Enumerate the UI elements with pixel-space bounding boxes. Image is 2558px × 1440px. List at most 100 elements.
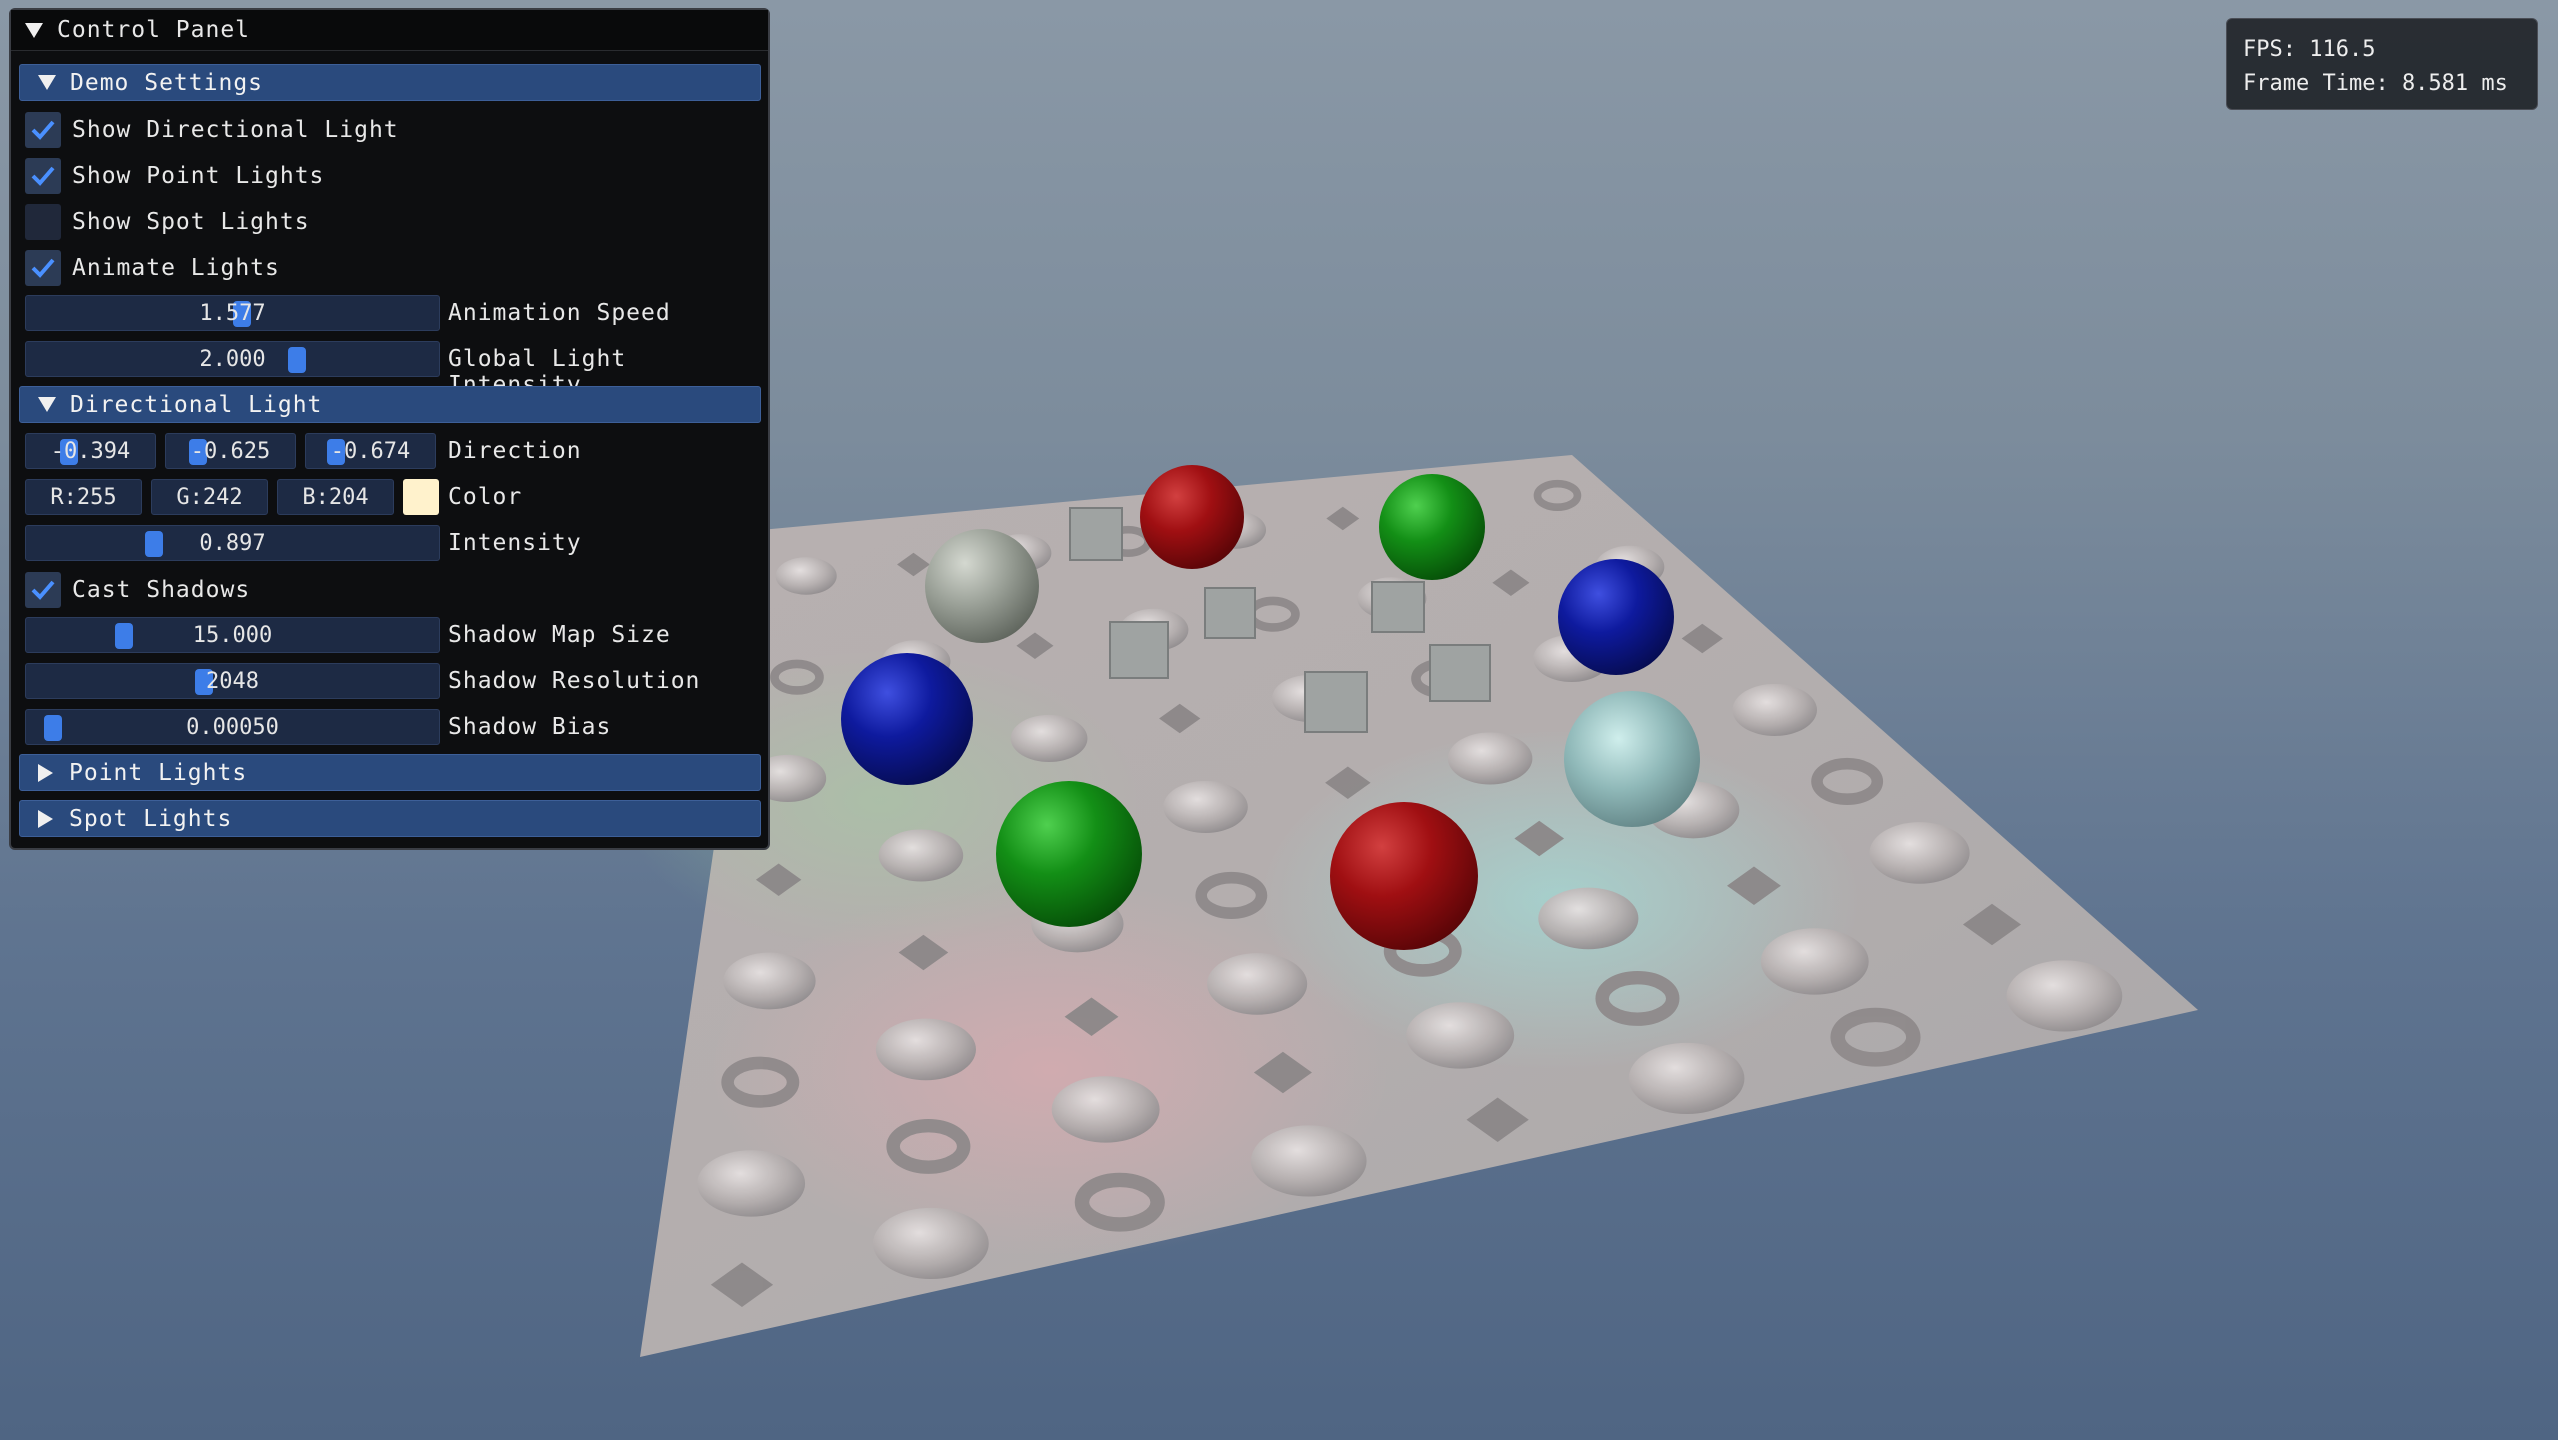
color-r-field[interactable]: R:255 bbox=[25, 479, 142, 515]
direction-y-drag[interactable]: -0.625 bbox=[165, 433, 296, 469]
checkmark-icon bbox=[31, 120, 55, 140]
direction-label: Direction bbox=[448, 438, 582, 464]
shadow-map-size-value: 15.000 bbox=[192, 622, 273, 648]
expand-triangle-icon bbox=[38, 75, 56, 90]
direction-z-value: -0.674 bbox=[330, 438, 411, 464]
expand-triangle-icon bbox=[38, 763, 53, 782]
intensity-label: Intensity bbox=[448, 530, 582, 556]
checkmark-icon bbox=[31, 580, 55, 600]
animate-lights-checkbox[interactable] bbox=[25, 249, 61, 286]
demo-settings-title: Demo Settings bbox=[70, 69, 264, 96]
demo-settings-header[interactable]: Demo Settings bbox=[19, 64, 761, 101]
floor-bump bbox=[697, 1150, 806, 1217]
color-label: Color bbox=[448, 484, 523, 510]
floor-bump bbox=[1207, 953, 1308, 1015]
blue-sphere bbox=[1558, 559, 1674, 675]
point-lights-title: Point Lights bbox=[69, 759, 248, 786]
shadow-resolution-slider[interactable]: 2048 bbox=[25, 663, 440, 699]
floor-bump bbox=[1406, 1002, 1515, 1069]
cast-shadows-row[interactable]: Cast Shadows bbox=[25, 571, 250, 608]
animate-lights-row[interactable]: Animate Lights bbox=[25, 249, 280, 286]
animation-speed-value: 1.577 bbox=[199, 300, 266, 326]
animation-speed-label: Animation Speed bbox=[448, 300, 671, 326]
global-light-intensity-value: 2.000 bbox=[199, 346, 266, 372]
floor-bump bbox=[723, 952, 816, 1010]
cast-shadows-label: Cast Shadows bbox=[72, 576, 251, 603]
direction-x-value: -0.394 bbox=[50, 438, 131, 464]
show-spot-lights-label: Show Spot Lights bbox=[72, 208, 310, 235]
floor-bump bbox=[875, 1018, 976, 1081]
floor-bump bbox=[1760, 928, 1869, 995]
color-r-value: R:255 bbox=[50, 484, 117, 510]
shadow-resolution-label: Shadow Resolution bbox=[448, 668, 701, 694]
color-swatch[interactable] bbox=[403, 479, 439, 515]
control-panel-titlebar[interactable]: Control Panel bbox=[11, 10, 768, 51]
animation-speed-slider[interactable]: 1.577 bbox=[25, 295, 440, 331]
show-directional-light-label: Show Directional Light bbox=[72, 116, 399, 143]
shadow-map-size-slider[interactable]: 15.000 bbox=[25, 617, 440, 653]
direction-y-value: -0.625 bbox=[190, 438, 271, 464]
floor-bump bbox=[1732, 683, 1817, 736]
slider-grab[interactable] bbox=[288, 347, 306, 373]
show-point-lights-row[interactable]: Show Point Lights bbox=[25, 157, 324, 194]
direction-x-drag[interactable]: -0.394 bbox=[25, 433, 156, 469]
intensity-value: 0.897 bbox=[199, 530, 266, 556]
floor-bump bbox=[1538, 887, 1639, 950]
show-spot-lights-checkbox[interactable] bbox=[25, 203, 61, 240]
control-panel: Control Panel Demo Settings Show Directi… bbox=[9, 8, 770, 850]
directional-light-title: Directional Light bbox=[70, 391, 323, 418]
slider-grab[interactable] bbox=[145, 531, 163, 557]
shadow-bias-value: 0.00050 bbox=[186, 714, 279, 740]
point-lights-header[interactable]: Point Lights bbox=[19, 754, 761, 791]
animate-lights-label: Animate Lights bbox=[72, 254, 280, 281]
direction-z-drag[interactable]: -0.674 bbox=[305, 433, 436, 469]
fps-readout: FPS: 116.5 bbox=[2243, 37, 2376, 62]
spot-lights-header[interactable]: Spot Lights bbox=[19, 800, 761, 837]
checkmark-icon bbox=[31, 166, 55, 186]
green-sphere bbox=[996, 781, 1142, 927]
spot-lights-title: Spot Lights bbox=[69, 805, 233, 832]
floor-bump bbox=[1628, 1042, 1745, 1115]
shadow-bias-slider[interactable]: 0.00050 bbox=[25, 709, 440, 745]
color-b-value: B:204 bbox=[302, 484, 369, 510]
fps-overlay: FPS: 116.5 Frame Time: 8.581 ms bbox=[2226, 18, 2538, 110]
color-g-value: G:242 bbox=[176, 484, 243, 510]
floor-bump bbox=[1250, 1125, 1367, 1197]
floor-bump bbox=[873, 1207, 989, 1280]
red-sphere bbox=[1330, 802, 1478, 950]
floor-bump bbox=[878, 829, 964, 882]
shadow-bias-label: Shadow Bias bbox=[448, 714, 612, 740]
floor-bump bbox=[2006, 960, 2123, 1032]
show-directional-light-checkbox[interactable] bbox=[25, 111, 61, 148]
global-light-intensity-slider[interactable]: 2.000 bbox=[25, 341, 440, 377]
blue-sphere bbox=[841, 653, 973, 785]
floor-bump bbox=[775, 557, 837, 595]
window-title: Control Panel bbox=[57, 17, 251, 43]
intensity-slider[interactable]: 0.897 bbox=[25, 525, 440, 561]
show-spot-lights-row[interactable]: Show Spot Lights bbox=[25, 203, 310, 240]
slider-grab[interactable] bbox=[44, 715, 62, 741]
floor-bump bbox=[1447, 732, 1533, 785]
directional-light-header[interactable]: Directional Light bbox=[19, 386, 761, 423]
collapse-triangle-icon[interactable] bbox=[25, 22, 43, 38]
slider-grab[interactable] bbox=[115, 623, 133, 649]
floor-bump bbox=[1869, 822, 1970, 884]
green-sphere bbox=[1379, 474, 1485, 580]
floor-bump bbox=[1051, 1076, 1160, 1143]
frame-time-readout: Frame Time: 8.581 ms bbox=[2243, 71, 2508, 96]
show-directional-light-row[interactable]: Show Directional Light bbox=[25, 111, 399, 148]
color-b-field[interactable]: B:204 bbox=[277, 479, 394, 515]
checkmark-icon bbox=[31, 258, 55, 278]
red-sphere bbox=[1140, 465, 1244, 569]
color-g-field[interactable]: G:242 bbox=[151, 479, 268, 515]
floor-bump bbox=[1163, 780, 1248, 833]
cast-shadows-checkbox[interactable] bbox=[25, 571, 61, 608]
shadow-map-size-label: Shadow Map Size bbox=[448, 622, 671, 648]
floor-bump bbox=[1010, 714, 1088, 763]
grey-sphere bbox=[925, 529, 1039, 643]
show-point-lights-label: Show Point Lights bbox=[72, 162, 325, 189]
cyan-sphere bbox=[1564, 691, 1700, 827]
shadow-resolution-value: 2048 bbox=[206, 668, 259, 694]
show-point-lights-checkbox[interactable] bbox=[25, 157, 61, 194]
expand-triangle-icon bbox=[38, 397, 56, 412]
